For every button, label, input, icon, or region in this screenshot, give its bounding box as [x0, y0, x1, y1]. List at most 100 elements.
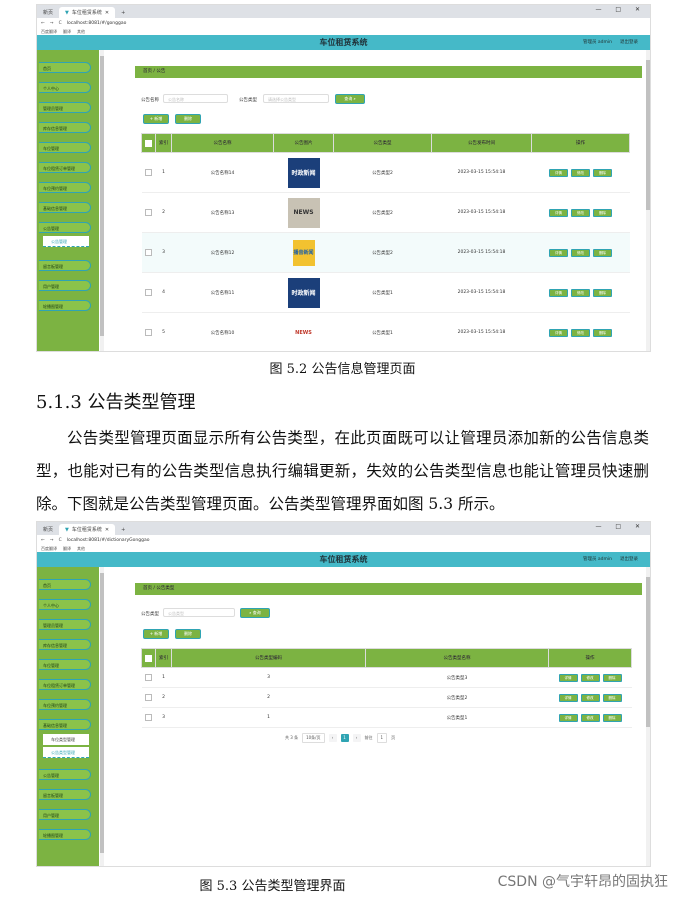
detail-button[interactable]: 详情 [549, 168, 568, 177]
row-delete-button[interactable]: 删除 [593, 288, 612, 297]
sidebar-item[interactable]: 车位管理 [39, 659, 91, 670]
edit-button[interactable]: 修改 [580, 713, 600, 722]
sidebar-item[interactable]: 个人中心 [39, 599, 91, 610]
row-checkbox[interactable] [145, 289, 152, 296]
sidebar-scrollbar[interactable] [100, 50, 104, 351]
goto-input[interactable]: 1 [376, 733, 388, 743]
logout-link[interactable]: 退出登录 [620, 557, 638, 562]
row-checkbox[interactable] [145, 674, 152, 681]
edit-button[interactable]: 修改 [571, 288, 590, 297]
sidebar-item[interactable]: 车位管理 [39, 142, 91, 153]
detail-button[interactable]: 详情 [549, 208, 568, 217]
browser-tab[interactable]: 新页 [37, 524, 59, 535]
sidebar-item[interactable]: 基础信息管理 [39, 202, 91, 213]
page-scrollbar[interactable] [646, 50, 650, 351]
back-icon[interactable]: ← [41, 538, 45, 543]
sidebar-item[interactable]: 公告管理 [39, 769, 91, 780]
detail-button[interactable]: 详情 [558, 673, 578, 682]
sidebar-item[interactable]: 留言板管理 [39, 260, 91, 271]
browser-tab[interactable]: 新页 [37, 7, 59, 18]
row-delete-button[interactable]: 删除 [593, 248, 612, 257]
forward-icon[interactable]: → [50, 21, 54, 26]
bookmark[interactable]: 其他 [77, 29, 85, 35]
notice-type-select[interactable]: 请选择公告类型 [263, 94, 329, 103]
sidebar-item[interactable]: 车位租赁订单管理 [39, 162, 91, 173]
sidebar-item[interactable]: 用户管理 [39, 809, 91, 820]
url-text[interactable]: localhost:8081/#/dictionaryGonggao [67, 538, 150, 543]
sidebar-item[interactable]: 车位预约管理 [39, 182, 91, 193]
row-delete-button[interactable]: 删除 [602, 713, 622, 722]
sidebar-item[interactable]: 首页 [39, 62, 91, 73]
address-bar[interactable]: ← → C localhost:8081/#/gonggao [37, 18, 650, 28]
edit-button[interactable]: 修改 [580, 693, 600, 702]
sidebar-item[interactable]: 库存信息管理 [39, 122, 91, 133]
detail-button[interactable]: 详情 [558, 693, 578, 702]
detail-button[interactable]: 详情 [549, 328, 568, 337]
edit-button[interactable]: 修改 [571, 208, 590, 217]
logout-link[interactable]: 退出登录 [620, 40, 638, 45]
row-checkbox[interactable] [145, 209, 152, 216]
detail-button[interactable]: 详情 [549, 248, 568, 257]
sidebar-item[interactable]: 公告管理 [39, 222, 91, 233]
row-checkbox[interactable] [145, 714, 152, 721]
sidebar-item[interactable]: 车位预约管理 [39, 699, 91, 710]
delete-button[interactable]: 删除 [175, 114, 201, 124]
add-button[interactable]: + 新增 [143, 114, 169, 124]
sidebar-item[interactable]: 车位租赁订单管理 [39, 679, 91, 690]
sidebar-item[interactable]: 管理员管理 [39, 619, 91, 630]
browser-tab-active[interactable]: ▼ 车位租赁系统 ✕ [59, 7, 116, 18]
new-tab-button[interactable]: + [115, 7, 131, 18]
sidebar-item[interactable]: 基础信息管理 [39, 719, 91, 730]
edit-button[interactable]: 修改 [571, 168, 590, 177]
column-header[interactable]: 公告类型名称 [365, 648, 549, 668]
edit-button[interactable]: 修改 [571, 248, 590, 257]
select-all-checkbox[interactable] [145, 139, 152, 147]
bookmark[interactable]: 百度翻译 [41, 546, 57, 552]
column-header[interactable]: 公告类型 [333, 133, 432, 153]
row-checkbox[interactable] [145, 694, 152, 701]
row-delete-button[interactable]: 删除 [593, 328, 612, 337]
column-header[interactable]: 公告发布时间 [431, 133, 532, 153]
page-number[interactable]: 1 [340, 734, 349, 742]
back-icon[interactable]: ← [41, 21, 45, 26]
sidebar-item[interactable]: 留言板管理 [39, 789, 91, 800]
notice-name-input[interactable]: 公告名称 [163, 94, 228, 103]
next-page-button[interactable]: › [352, 734, 361, 742]
forward-icon[interactable]: → [50, 538, 54, 543]
bookmark[interactable]: 百度翻译 [41, 29, 57, 35]
browser-tab-active[interactable]: ▼ 车位租赁系统 ✕ [59, 524, 116, 535]
address-bar[interactable]: ← → C localhost:8081/#/dictionaryGonggao [37, 535, 650, 545]
sidebar-item[interactable]: 轮播图管理 [39, 300, 91, 311]
reload-icon[interactable]: C [59, 538, 62, 543]
row-delete-button[interactable]: 删除 [602, 673, 622, 682]
row-checkbox[interactable] [145, 249, 152, 256]
column-header[interactable]: 公告图片 [273, 133, 334, 153]
sidebar-item[interactable]: 用户管理 [39, 280, 91, 291]
row-checkbox[interactable] [145, 329, 152, 336]
window-controls[interactable]: — □ ✕ [595, 523, 646, 530]
search-button[interactable]: 查询 ⌕ [335, 94, 365, 104]
detail-button[interactable]: 详情 [549, 288, 568, 297]
sidebar-item[interactable]: 轮播图管理 [39, 829, 91, 840]
sidebar-item[interactable]: 个人中心 [39, 82, 91, 93]
row-checkbox[interactable] [145, 169, 152, 176]
bookmark[interactable]: 翻译 [63, 29, 71, 35]
sidebar-item[interactable]: 首页 [39, 579, 91, 590]
page-size-select[interactable]: 10条/页 [302, 733, 325, 743]
reload-icon[interactable]: C [59, 21, 62, 26]
bookmark[interactable]: 翻译 [63, 546, 71, 552]
search-button[interactable]: ⌕ 查询 [240, 608, 270, 618]
select-all-checkbox[interactable] [145, 654, 152, 662]
sidebar-subitem[interactable]: 车位类型管理 [43, 734, 89, 745]
row-delete-button[interactable]: 删除 [593, 168, 612, 177]
add-button[interactable]: + 新增 [143, 629, 169, 639]
delete-button[interactable]: 删除 [175, 629, 201, 639]
sidebar-scrollbar[interactable] [100, 567, 104, 866]
edit-button[interactable]: 修改 [580, 673, 600, 682]
new-tab-button[interactable]: + [115, 524, 131, 535]
column-header[interactable]: 公告类型编码 [171, 648, 366, 668]
detail-button[interactable]: 详情 [558, 713, 578, 722]
sidebar-item[interactable]: 库存信息管理 [39, 639, 91, 650]
sidebar-subitem-active[interactable]: 公告类型管理 [43, 747, 89, 758]
page-scrollbar[interactable] [646, 567, 650, 866]
